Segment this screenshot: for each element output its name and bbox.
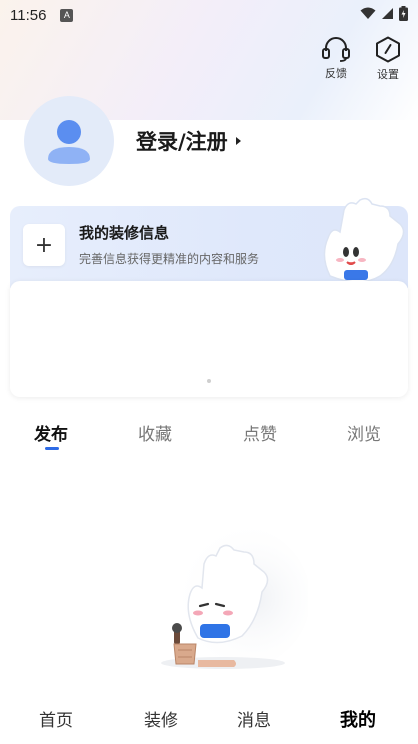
settings-label: 设置 xyxy=(377,68,399,81)
nav-home[interactable]: 首页 xyxy=(39,706,73,731)
tab-likes[interactable]: 点赞 xyxy=(243,420,277,445)
feedback-label: 反馈 xyxy=(325,67,347,80)
cellular-signal-icon xyxy=(382,8,393,19)
nav-mine[interactable]: 我的 xyxy=(340,706,376,732)
caret-right-icon xyxy=(235,137,241,145)
content-tabs: 发布 收藏 点赞 浏览 xyxy=(0,420,418,452)
nav-renovation[interactable]: 装修 xyxy=(144,706,178,731)
tab-history[interactable]: 浏览 xyxy=(347,420,381,445)
nav-messages[interactable]: 消息 xyxy=(237,706,271,731)
login-register-link[interactable]: 登录/注册 xyxy=(136,126,228,156)
active-tab-indicator xyxy=(45,447,59,450)
empty-state-mascot-illustration xyxy=(161,526,308,670)
tab-publish[interactable]: 发布 xyxy=(34,420,68,445)
add-renovation-info-button[interactable]: + xyxy=(23,224,65,266)
profile-section[interactable]: 登录/注册 xyxy=(24,96,241,186)
default-user-icon xyxy=(48,120,90,164)
plus-icon: + xyxy=(34,232,54,258)
pagination-dot xyxy=(207,379,211,383)
renovation-info-title: 我的装修信息 xyxy=(79,224,170,242)
top-actions: 反馈 设置 xyxy=(320,36,404,82)
renovation-info-subtitle: 完善信息获得更精准的内容和服务 xyxy=(79,252,260,266)
wifi-icon xyxy=(360,7,376,19)
settings-hexagon-icon xyxy=(376,36,400,63)
bottom-navigation: 首页 装修 消息 我的 xyxy=(0,696,418,744)
headset-icon xyxy=(322,37,350,62)
tab-favorites[interactable]: 收藏 xyxy=(138,420,172,445)
content-card xyxy=(10,281,408,397)
status-time: 11:56 xyxy=(10,6,47,24)
status-bar: 11:56 A xyxy=(0,0,418,30)
glove-mascot-illustration xyxy=(323,197,405,287)
avatar[interactable] xyxy=(24,96,114,186)
battery-icon xyxy=(399,6,408,21)
feedback-button[interactable]: 反馈 xyxy=(320,36,352,82)
status-indicators xyxy=(360,6,408,21)
settings-button[interactable]: 设置 xyxy=(372,36,404,82)
notification-icon: A xyxy=(60,8,74,22)
